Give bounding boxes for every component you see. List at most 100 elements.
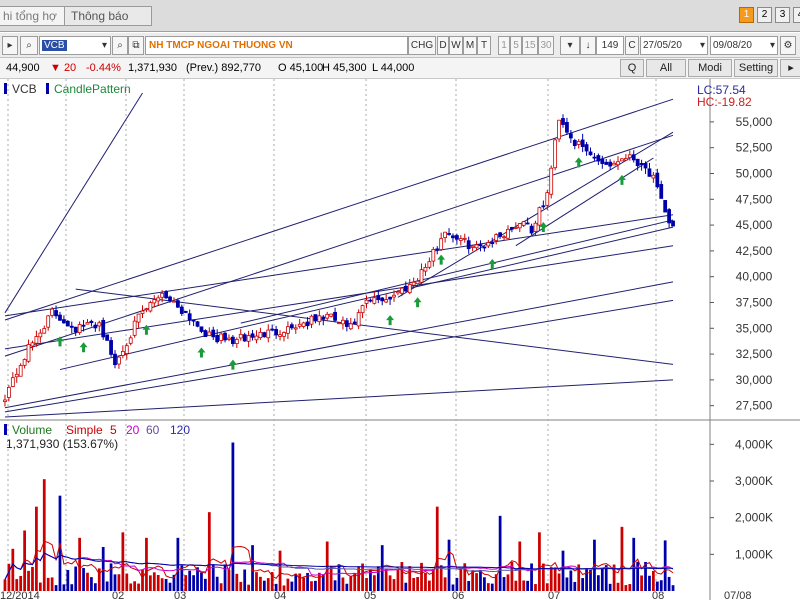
x-tick-label: 12/2014 bbox=[0, 590, 40, 600]
more-button[interactable]: ▸ bbox=[780, 59, 800, 77]
candle-body bbox=[223, 332, 227, 341]
volume-bar bbox=[160, 578, 164, 591]
chg-button[interactable]: CHG bbox=[408, 36, 436, 55]
period-w-button[interactable]: W bbox=[449, 36, 463, 55]
high-value: H 45,300 bbox=[322, 62, 367, 74]
candle bbox=[553, 138, 558, 171]
candle-body bbox=[655, 172, 660, 188]
candle bbox=[671, 220, 675, 227]
x-tick-label: 07 bbox=[548, 590, 560, 600]
volume-bar bbox=[624, 585, 628, 591]
volume-bar bbox=[345, 583, 349, 591]
period-t-button[interactable]: T bbox=[477, 36, 491, 55]
period-m-button[interactable]: M bbox=[463, 36, 477, 55]
price-tick-label: 32,500 bbox=[736, 347, 773, 361]
minute-15-button[interactable]: 15 bbox=[522, 36, 538, 55]
menu-icon[interactable]: ▸ bbox=[2, 36, 18, 55]
minute-30-button[interactable]: 30 bbox=[538, 36, 554, 55]
price-tick-label: 45,000 bbox=[736, 218, 773, 232]
candle-body bbox=[623, 158, 628, 161]
candle-body bbox=[525, 222, 530, 225]
tab-market-summary[interactable]: hi tổng hợ bbox=[0, 6, 68, 26]
tab-bar: hi tổng hợ Thông báo 1 2 3 4 bbox=[0, 0, 800, 32]
volume-bar bbox=[608, 583, 612, 591]
volume-bar bbox=[353, 573, 357, 591]
arrow-down-icon[interactable]: ↓ bbox=[580, 36, 596, 55]
setting-button[interactable]: Setting bbox=[734, 59, 778, 77]
price-tick-label: 37,500 bbox=[736, 295, 773, 309]
volume-bar bbox=[90, 577, 93, 591]
candle-body bbox=[42, 328, 47, 334]
candle-body bbox=[26, 344, 31, 362]
volume-bar bbox=[392, 579, 396, 591]
date-from-field[interactable]: 27/05/20 ▾ bbox=[640, 36, 708, 55]
candle-body bbox=[77, 324, 82, 333]
candle-body bbox=[541, 205, 546, 208]
candle-body bbox=[73, 326, 78, 333]
tab-label: Thông báo bbox=[71, 9, 129, 23]
layout-button-3[interactable]: 3 bbox=[775, 7, 790, 23]
volume-bar bbox=[549, 567, 553, 591]
minute-1-button[interactable]: 1 bbox=[498, 36, 510, 55]
tab-notifications[interactable]: Thông báo bbox=[64, 6, 152, 26]
volume-legend-period: 120 bbox=[170, 423, 190, 437]
volume-bar bbox=[329, 565, 333, 591]
bars-dropdown[interactable]: ▾ bbox=[560, 36, 580, 55]
all-button[interactable]: All bbox=[646, 59, 686, 77]
volume-bar bbox=[424, 572, 427, 591]
candle-body bbox=[392, 294, 396, 298]
volume-bar bbox=[396, 569, 400, 591]
c-button[interactable]: C bbox=[625, 36, 639, 55]
candle-body bbox=[152, 299, 157, 304]
date-to-field[interactable]: 09/08/20 ▾ bbox=[710, 36, 778, 55]
search-icon[interactable]: ⌕ bbox=[20, 36, 38, 55]
candle bbox=[549, 165, 554, 199]
modi-button[interactable]: Modi bbox=[688, 59, 732, 77]
symbol-select[interactable]: VCB ▾ bbox=[39, 36, 111, 55]
volume-bar bbox=[522, 580, 526, 591]
volume-bar bbox=[11, 548, 15, 591]
volume-bar bbox=[447, 539, 451, 591]
volume-bar bbox=[184, 575, 188, 591]
minute-5-button[interactable]: 5 bbox=[510, 36, 522, 55]
q-button[interactable]: Q bbox=[620, 59, 644, 77]
layout-button-2[interactable]: 2 bbox=[757, 7, 772, 23]
volume-bar bbox=[82, 568, 85, 591]
candle-body bbox=[132, 320, 137, 336]
layout-button-1[interactable]: 1 bbox=[739, 7, 754, 23]
candle-body bbox=[427, 261, 432, 268]
volume-bar bbox=[569, 570, 573, 591]
candle-body bbox=[168, 296, 172, 301]
candle bbox=[101, 317, 106, 340]
volume-bar bbox=[302, 577, 306, 591]
bar-count-field[interactable]: 149 bbox=[596, 36, 624, 55]
period-d-button[interactable]: D bbox=[437, 36, 449, 55]
price-volume-chart[interactable]: 55,000 52,500 50,000 47,500 45,000 42,500 40,0… bbox=[0, 79, 800, 600]
candle-body bbox=[282, 332, 286, 337]
zoom-icon[interactable]: ⌕ bbox=[112, 36, 128, 55]
candle-body bbox=[46, 315, 51, 328]
volume-bar bbox=[141, 569, 144, 591]
volume-tick-label: 1,000K bbox=[735, 547, 773, 561]
candle-body bbox=[246, 335, 251, 342]
candle-body bbox=[592, 156, 597, 159]
candle-body bbox=[553, 139, 558, 169]
volume-bar bbox=[239, 581, 243, 591]
candle-body bbox=[596, 155, 601, 162]
settings-icon[interactable]: ⚙ bbox=[780, 36, 796, 55]
candle-body bbox=[482, 246, 487, 249]
candle-body bbox=[612, 162, 616, 166]
copy-icon[interactable]: ⧉ bbox=[128, 36, 144, 55]
candle-body bbox=[50, 308, 55, 316]
candle-body bbox=[643, 163, 648, 169]
candle-body bbox=[18, 365, 23, 377]
price-tick-label: 52,500 bbox=[736, 141, 773, 155]
layout-button-4[interactable]: 4 bbox=[793, 7, 800, 23]
volume-bar bbox=[459, 567, 463, 591]
candle-body bbox=[431, 249, 436, 262]
candle-body bbox=[211, 329, 216, 338]
hc-label: HC:-19.82 bbox=[697, 95, 752, 109]
candle-body bbox=[250, 333, 255, 338]
candle-body bbox=[270, 328, 275, 331]
volume-value: 1,371,930 bbox=[128, 62, 177, 74]
